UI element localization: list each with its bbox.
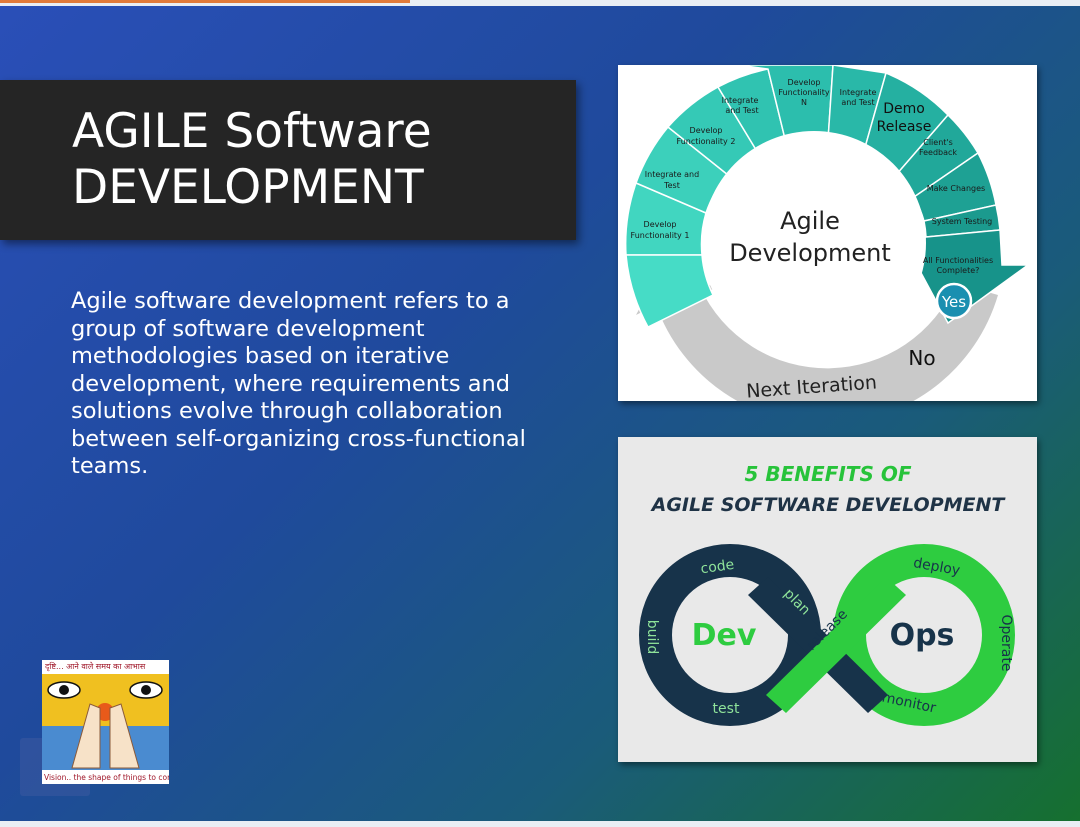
bottom-strip (0, 821, 1080, 827)
svg-text:Functionality 2: Functionality 2 (677, 137, 736, 146)
devops-heading-1: 5 BENEFITS OF (745, 462, 912, 486)
loop-label-build: build (644, 620, 660, 654)
svg-text:and Test: and Test (841, 98, 874, 107)
dev-label: Dev (692, 618, 757, 653)
drishti-logo: दृष्टि... आने वाले समय का आभास Vision.. … (42, 660, 179, 784)
logo-top-text: दृष्टि... आने वाले समय का आभास (45, 661, 146, 672)
step-develop-functionality-n: Develop (788, 78, 821, 87)
devops-infinity-diagram: 5 BENEFITS OF AGILE SOFTWARE DEVELOPMENT… (639, 462, 1015, 726)
slide-title: AGILE Software DEVELOPMENT (72, 104, 432, 215)
top-accent-line (0, 0, 410, 3)
ops-label: Ops (890, 618, 955, 653)
logo-bottom-text: Vision.. the shape of things to come (44, 773, 169, 782)
step-make-changes: Make Changes (927, 184, 985, 193)
loop-label-operate: Operate (998, 615, 1014, 672)
agile-cycle-image: Agile Development Develop Functionality … (618, 65, 1037, 401)
slide-body-text: Agile software development refers to a g… (71, 288, 526, 479)
step-system-testing: System Testing (932, 217, 993, 226)
step-integrate-test-2: Integrate (722, 96, 759, 105)
svg-text:Complete?: Complete? (937, 266, 980, 275)
yes-label: Yes (941, 293, 966, 311)
step-demo-release: Demo (883, 101, 925, 117)
step-all-complete: All Functionalities (923, 256, 993, 265)
step-integrate-test-n: Integrate (840, 88, 877, 97)
svg-text:Functionality: Functionality (778, 88, 830, 97)
step-develop-functionality-2: Develop (690, 126, 723, 135)
svg-text:Release: Release (877, 119, 932, 135)
svg-text:Test: Test (663, 181, 680, 190)
step-develop-functionality-1: Develop (644, 220, 677, 229)
devops-benefits-image: 5 BENEFITS OF AGILE SOFTWARE DEVELOPMENT… (618, 437, 1037, 762)
svg-text:Functionality 1: Functionality 1 (631, 231, 690, 240)
loop-label-test: test (713, 701, 740, 717)
step-integrate-test-1: Integrate and (645, 170, 699, 179)
step-client-feedback: Client's (923, 138, 953, 147)
agile-center-line1: Agile (780, 207, 840, 235)
slide: AGILE Software DEVELOPMENT Agile softwar… (0, 0, 1080, 827)
title-box: AGILE Software DEVELOPMENT (0, 80, 576, 240)
svg-text:and Test: and Test (725, 106, 758, 115)
devops-heading-2: AGILE SOFTWARE DEVELOPMENT (650, 494, 1007, 516)
svg-text:Feedback: Feedback (919, 148, 957, 157)
agile-cycle-diagram: Agile Development Develop Functionality … (624, 65, 1031, 401)
no-label: No (908, 346, 935, 370)
top-strip (0, 0, 1080, 6)
agile-center-line2: Development (729, 239, 891, 267)
svg-text:N: N (801, 98, 807, 107)
